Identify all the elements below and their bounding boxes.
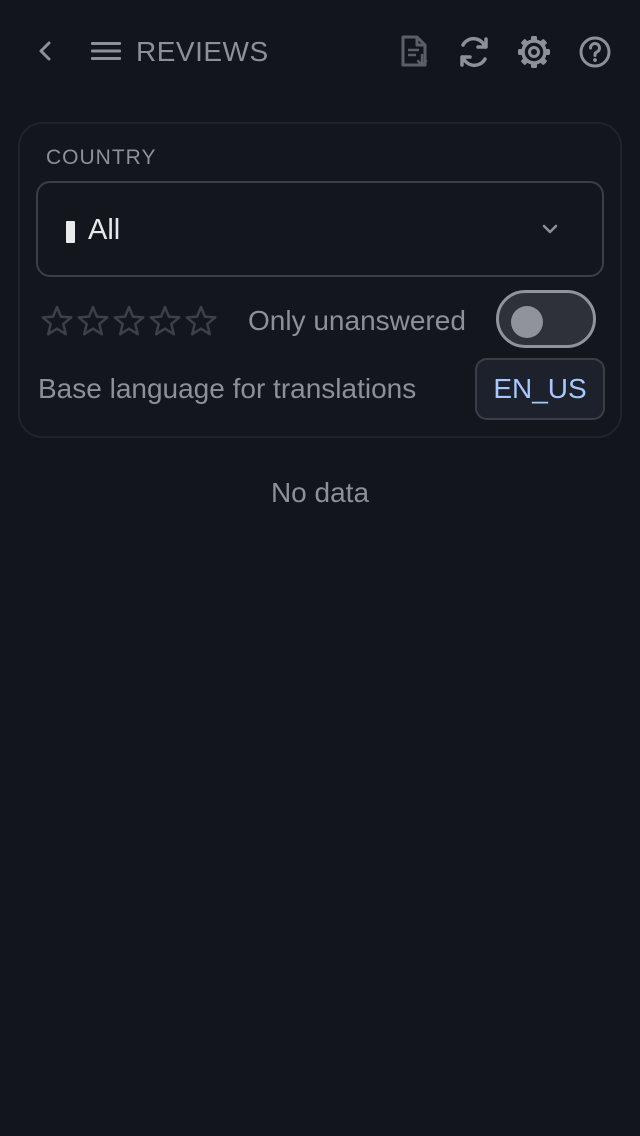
back-button[interactable]: [28, 33, 64, 69]
filter-card: COUNTRY All Only unanswered Base languag…: [18, 122, 622, 438]
menu-button[interactable]: [88, 33, 124, 69]
settings-button[interactable]: [514, 32, 554, 72]
base-language-button[interactable]: EN_US: [475, 358, 605, 420]
help-icon: [579, 36, 611, 68]
page-title: REVIEWS: [136, 36, 269, 67]
export-file-icon: [401, 35, 428, 67]
base-language-label: Base language for translations: [38, 373, 417, 404]
empty-state-message: No data: [270, 477, 370, 508]
rating-filter: [40, 304, 218, 338]
refresh-icon: [460, 36, 488, 68]
app-header: REVIEWS: [0, 0, 640, 104]
star-icon[interactable]: [148, 304, 182, 338]
star-icon[interactable]: [112, 304, 146, 338]
reviews-screen: REVIEWS COUNTRY All Only unanswered Base…: [0, 0, 640, 1136]
export-button[interactable]: [395, 33, 433, 71]
star-icon[interactable]: [76, 304, 110, 338]
flag-icon: [66, 221, 75, 243]
country-label: COUNTRY: [46, 146, 157, 169]
country-select[interactable]: All: [36, 181, 604, 277]
refresh-button[interactable]: [454, 32, 494, 72]
gear-icon: [518, 36, 550, 68]
help-button[interactable]: [575, 32, 615, 72]
menu-icon: [91, 42, 121, 60]
star-icon[interactable]: [40, 304, 74, 338]
only-unanswered-toggle[interactable]: [496, 290, 596, 348]
star-icon[interactable]: [184, 304, 218, 338]
back-arrow-icon: [39, 41, 51, 61]
country-select-value: All: [88, 214, 121, 246]
only-unanswered-label: Only unanswered: [248, 305, 466, 336]
chevron-down-icon: [542, 224, 558, 234]
toggle-knob: [511, 306, 543, 338]
